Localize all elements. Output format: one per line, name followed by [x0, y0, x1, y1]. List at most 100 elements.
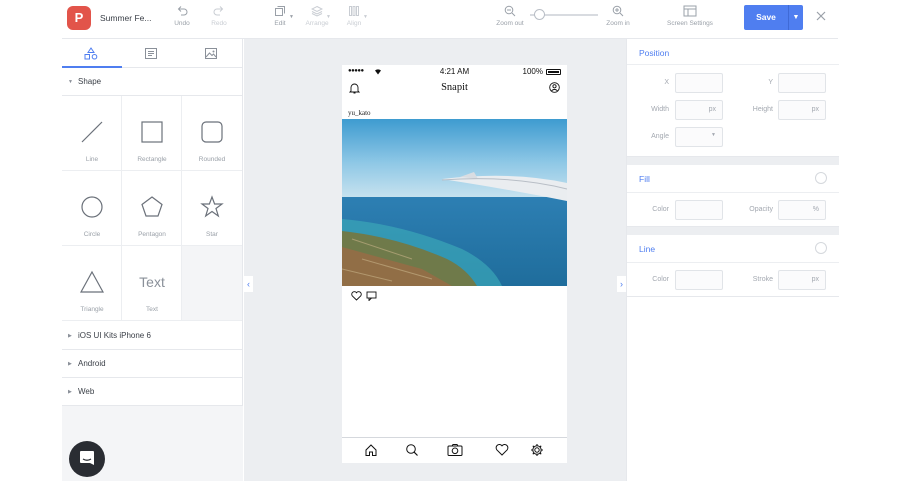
zoom-out-icon	[504, 5, 516, 17]
x-input[interactable]	[675, 73, 723, 93]
shape-section-header[interactable]: ▼ Shape	[62, 68, 243, 96]
zoom-out-label: Zoom out	[496, 20, 524, 27]
y-label: Y	[768, 79, 773, 86]
redo-icon	[213, 6, 224, 16]
screen-settings-button[interactable]: Screen Settings	[660, 5, 720, 27]
save-label: Save	[756, 12, 776, 22]
shape-text[interactable]: Text Text	[122, 246, 182, 321]
shape-triangle[interactable]: Triangle	[62, 246, 122, 321]
undo-label: Undo	[174, 20, 190, 27]
zoom-in-icon	[612, 5, 624, 17]
angle-label: Angle	[651, 133, 669, 140]
collapse-right-panel-button[interactable]: ›	[617, 276, 626, 292]
shape-star[interactable]: Star	[182, 171, 242, 246]
text-shape-glyph: Text	[139, 274, 165, 290]
kit-label: iOS UI Kits iPhone 6	[78, 331, 151, 340]
chevron-down-icon: ▼	[363, 14, 368, 20]
heart-icon[interactable]	[351, 291, 362, 301]
shape-line[interactable]: Line	[62, 96, 122, 171]
shape-pentagon[interactable]: Pentagon	[122, 171, 182, 246]
edit-label: Edit	[274, 20, 286, 27]
pentagon-icon	[141, 196, 163, 217]
shape-rectangle[interactable]: Rectangle	[122, 96, 182, 171]
line-color-input[interactable]	[675, 270, 723, 290]
redo-button[interactable]: Redo	[199, 5, 239, 27]
post-photo	[342, 119, 567, 286]
zoom-slider-handle[interactable]	[534, 9, 545, 20]
x-label: X	[664, 79, 669, 86]
tab-images[interactable]	[182, 39, 242, 68]
opacity-input[interactable]: %	[778, 200, 826, 220]
angle-select[interactable]: ▼	[675, 127, 723, 147]
stroke-unit: px	[811, 276, 819, 283]
project-name[interactable]: Summer Fe...	[100, 13, 151, 23]
camera-icon[interactable]	[447, 443, 463, 457]
screen-settings-icon	[683, 5, 697, 17]
fill-toggle[interactable]	[815, 172, 827, 184]
divider	[627, 64, 839, 65]
layers-icon	[311, 5, 323, 17]
zoom-out-button[interactable]: Zoom out	[490, 5, 530, 27]
design-canvas[interactable]: ‹ › ●●●●● 4:21 AM 100% Snapit yu_kato	[244, 39, 626, 481]
height-label: Height	[752, 106, 773, 113]
shape-label: Rectangle	[137, 156, 167, 163]
gear-icon[interactable]	[530, 443, 544, 457]
tab-shapes[interactable]	[62, 39, 122, 68]
empty-grid-cell	[182, 246, 242, 321]
app-title: Snapit	[441, 82, 468, 93]
editor-app: P Summer Fe... Undo Redo Edit ▼ Arrange …	[62, 0, 839, 481]
component-icon	[145, 48, 157, 59]
chevron-down-icon: ▼	[326, 14, 331, 20]
stroke-input[interactable]: px	[778, 270, 826, 290]
fill-title: Fill	[639, 174, 650, 184]
collapse-left-panel-button[interactable]: ‹	[244, 276, 253, 292]
arrange-button[interactable]: Arrange ▼	[297, 5, 337, 27]
width-unit: px	[708, 106, 716, 113]
shape-rounded[interactable]: Rounded	[182, 96, 242, 171]
shape-grid: Line Rectangle Rounded Circle Pentagon S…	[62, 96, 243, 322]
undo-button[interactable]: Undo	[162, 5, 202, 27]
tab-components[interactable]	[122, 39, 182, 68]
height-input[interactable]: px	[778, 100, 826, 120]
opacity-unit: %	[812, 206, 819, 213]
screen-settings-label: Screen Settings	[667, 20, 713, 27]
phone-artboard[interactable]: ●●●●● 4:21 AM 100% Snapit yu_kato	[342, 65, 567, 463]
kit-ios[interactable]: ▶ iOS UI Kits iPhone 6	[62, 322, 243, 350]
save-options-chevron-icon[interactable]: ▼	[788, 5, 803, 30]
position-section: Position X Y Width px Height px Angle ▼	[627, 39, 839, 157]
kit-web[interactable]: ▶ Web	[62, 378, 243, 406]
rounded-rectangle-icon	[201, 121, 223, 143]
kit-label: Android	[78, 359, 106, 368]
shapes-icon	[84, 47, 98, 60]
home-icon[interactable]	[364, 443, 378, 457]
search-icon[interactable]	[405, 443, 419, 457]
save-button[interactable]: Save ▼	[744, 5, 803, 30]
chevron-down-icon: ▼	[711, 132, 716, 138]
zoom-in-label: Zoom in	[606, 20, 630, 27]
fill-section: Fill Color Opacity %	[627, 165, 839, 227]
comment-icon[interactable]	[366, 291, 377, 301]
line-toggle[interactable]	[815, 242, 827, 254]
close-icon[interactable]	[814, 9, 828, 23]
shape-label: Circle	[83, 231, 101, 238]
align-button[interactable]: Align ▼	[334, 5, 374, 27]
top-toolbar: P Summer Fe... Undo Redo Edit ▼ Arrange …	[62, 0, 838, 39]
shape-circle[interactable]: Circle	[62, 171, 122, 246]
heart-icon[interactable]	[495, 443, 509, 457]
fill-color-label: Color	[652, 206, 669, 213]
zoom-in-button[interactable]: Zoom in	[598, 5, 638, 27]
kit-android[interactable]: ▶ Android	[62, 350, 243, 378]
chat-support-button[interactable]	[69, 441, 105, 477]
y-input[interactable]	[778, 73, 826, 93]
section-separator	[627, 227, 839, 235]
line-section: Line Color Stroke px	[627, 235, 839, 297]
app-tab-bar	[342, 437, 567, 463]
post-username: yu_kato	[348, 109, 371, 117]
fill-color-input[interactable]	[675, 200, 723, 220]
shape-label: Line	[85, 156, 99, 163]
width-input[interactable]: px	[675, 100, 723, 120]
divider	[627, 262, 839, 263]
star-icon	[200, 195, 224, 218]
edit-button[interactable]: Edit ▼	[260, 5, 300, 27]
app-logo[interactable]: P	[67, 6, 91, 30]
